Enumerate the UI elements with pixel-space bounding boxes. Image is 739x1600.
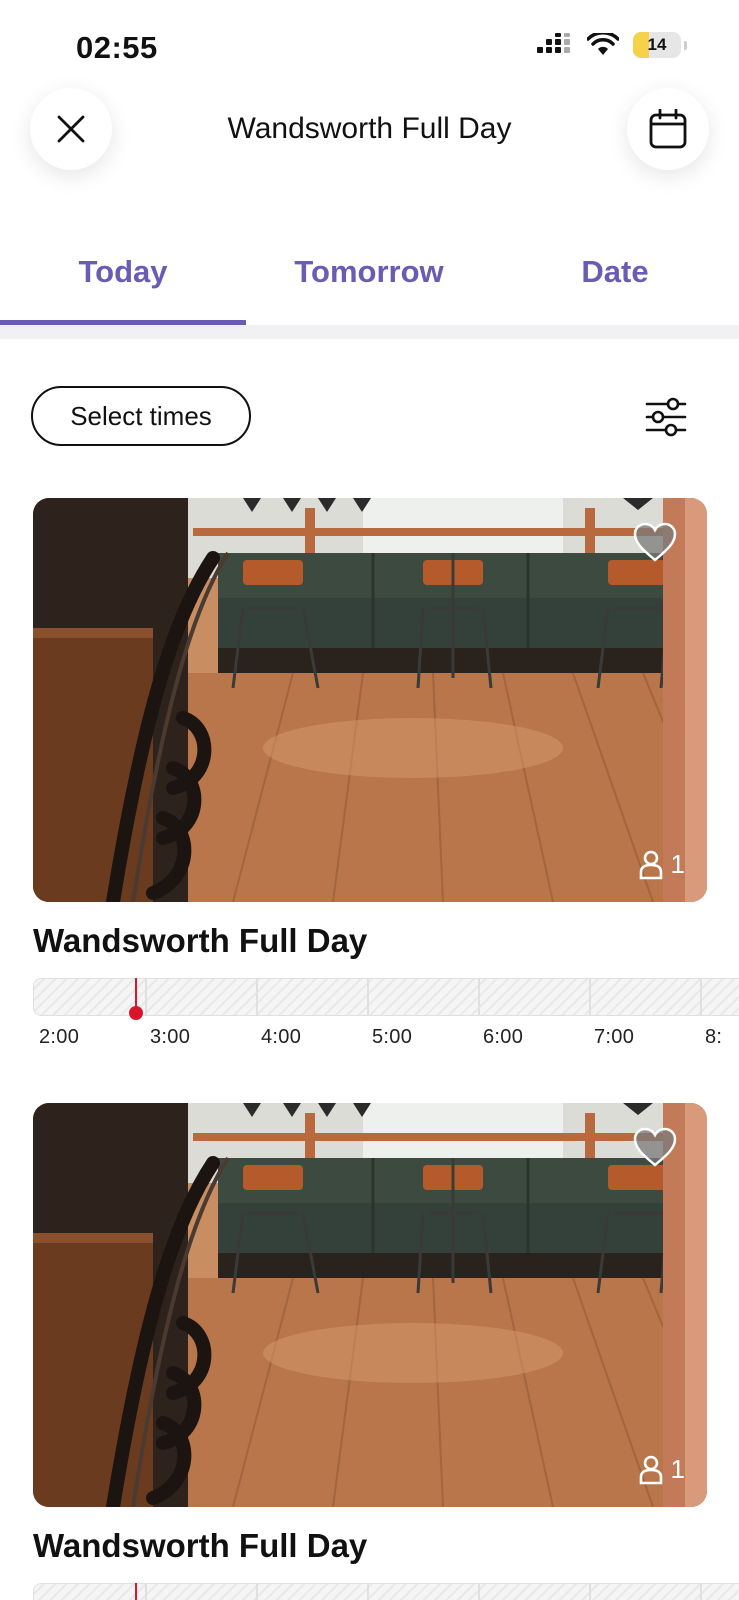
wifi-icon: [587, 33, 619, 55]
venue-title[interactable]: Wandsworth Full Day: [33, 922, 707, 960]
timeline-hour-divider: [367, 979, 369, 1015]
timeline-hour-divider: [145, 979, 147, 1015]
cafe-interior-image: [33, 1103, 707, 1507]
filter-sliders-icon[interactable]: [645, 396, 687, 438]
venue-photo[interactable]: 1: [33, 1103, 707, 1507]
timeline-hour-divider: [700, 979, 702, 1015]
cafe-interior-image: [33, 498, 707, 902]
tab-date[interactable]: Date: [492, 254, 738, 290]
availability-timeline[interactable]: 2:003:004:005:006:007:008:: [33, 1583, 739, 1600]
timeline-hour-label: 6:00: [483, 1026, 524, 1048]
timeline-hour-label: 5:00: [372, 1026, 413, 1048]
timeline-hour-divider: [589, 979, 591, 1015]
timeline-hour-divider: [700, 1584, 702, 1600]
heart-icon[interactable]: [633, 522, 677, 562]
timeline-hour-divider: [478, 979, 480, 1015]
capacity-badge: 1: [639, 1454, 685, 1485]
tab-today[interactable]: Today: [0, 254, 246, 290]
venue-card[interactable]: 1 Wandsworth Full Day 2:003:004:005:006:…: [33, 1103, 739, 1600]
calendar-icon: [649, 109, 687, 149]
timeline-hour-divider: [367, 1584, 369, 1600]
timeline-hour-label: 7:00: [594, 1026, 635, 1048]
timeline-hour-label: 3:00: [150, 1026, 191, 1048]
battery-icon: 14: [633, 32, 681, 58]
calendar-button[interactable]: [627, 88, 709, 170]
availability-timeline[interactable]: 2:00 3:00 4:00 5:00 6:00 7:00 8:: [33, 978, 739, 1058]
timeline-hour-divider: [256, 1584, 258, 1600]
heart-icon[interactable]: [633, 1127, 677, 1167]
status-bar: 02:55 14: [0, 0, 739, 90]
capacity-count: 1: [670, 1454, 685, 1484]
timeline-hour-divider: [478, 1584, 480, 1600]
battery-level: 14: [647, 35, 667, 54]
status-icons: 14: [537, 32, 687, 58]
timeline-hour-divider: [589, 1584, 591, 1600]
select-times-button[interactable]: Select times: [31, 386, 251, 446]
timeline-hour-label: 2:00: [39, 1026, 80, 1048]
person-icon: [639, 1455, 662, 1484]
venue-title[interactable]: Wandsworth Full Day: [33, 1527, 707, 1565]
capacity-badge: 1: [639, 849, 685, 880]
capacity-count: 1: [670, 849, 685, 879]
timeline-hour-divider: [145, 1584, 147, 1600]
header: Wandsworth Full Day: [0, 88, 739, 170]
timeline-hour-label: 8:: [705, 1026, 723, 1048]
person-icon: [639, 850, 662, 879]
current-time-dot: [129, 1006, 143, 1020]
date-tabs: Today Tomorrow Date: [0, 240, 739, 339]
timeline-hour-divider: [256, 979, 258, 1015]
venue-photo[interactable]: 1: [33, 498, 707, 902]
timeline-track: [33, 1583, 739, 1600]
timeline-hour-label: 4:00: [261, 1026, 302, 1048]
current-time-marker: [135, 1583, 137, 1600]
status-time: 02:55: [76, 30, 158, 65]
tab-divider: [0, 325, 739, 339]
signal-icon: [537, 33, 570, 53]
venue-card[interactable]: 1 Wandsworth Full Day 2:00 3:00 4:00 5:00 6:…: [33, 498, 739, 1058]
tab-tomorrow[interactable]: Tomorrow: [246, 254, 492, 290]
